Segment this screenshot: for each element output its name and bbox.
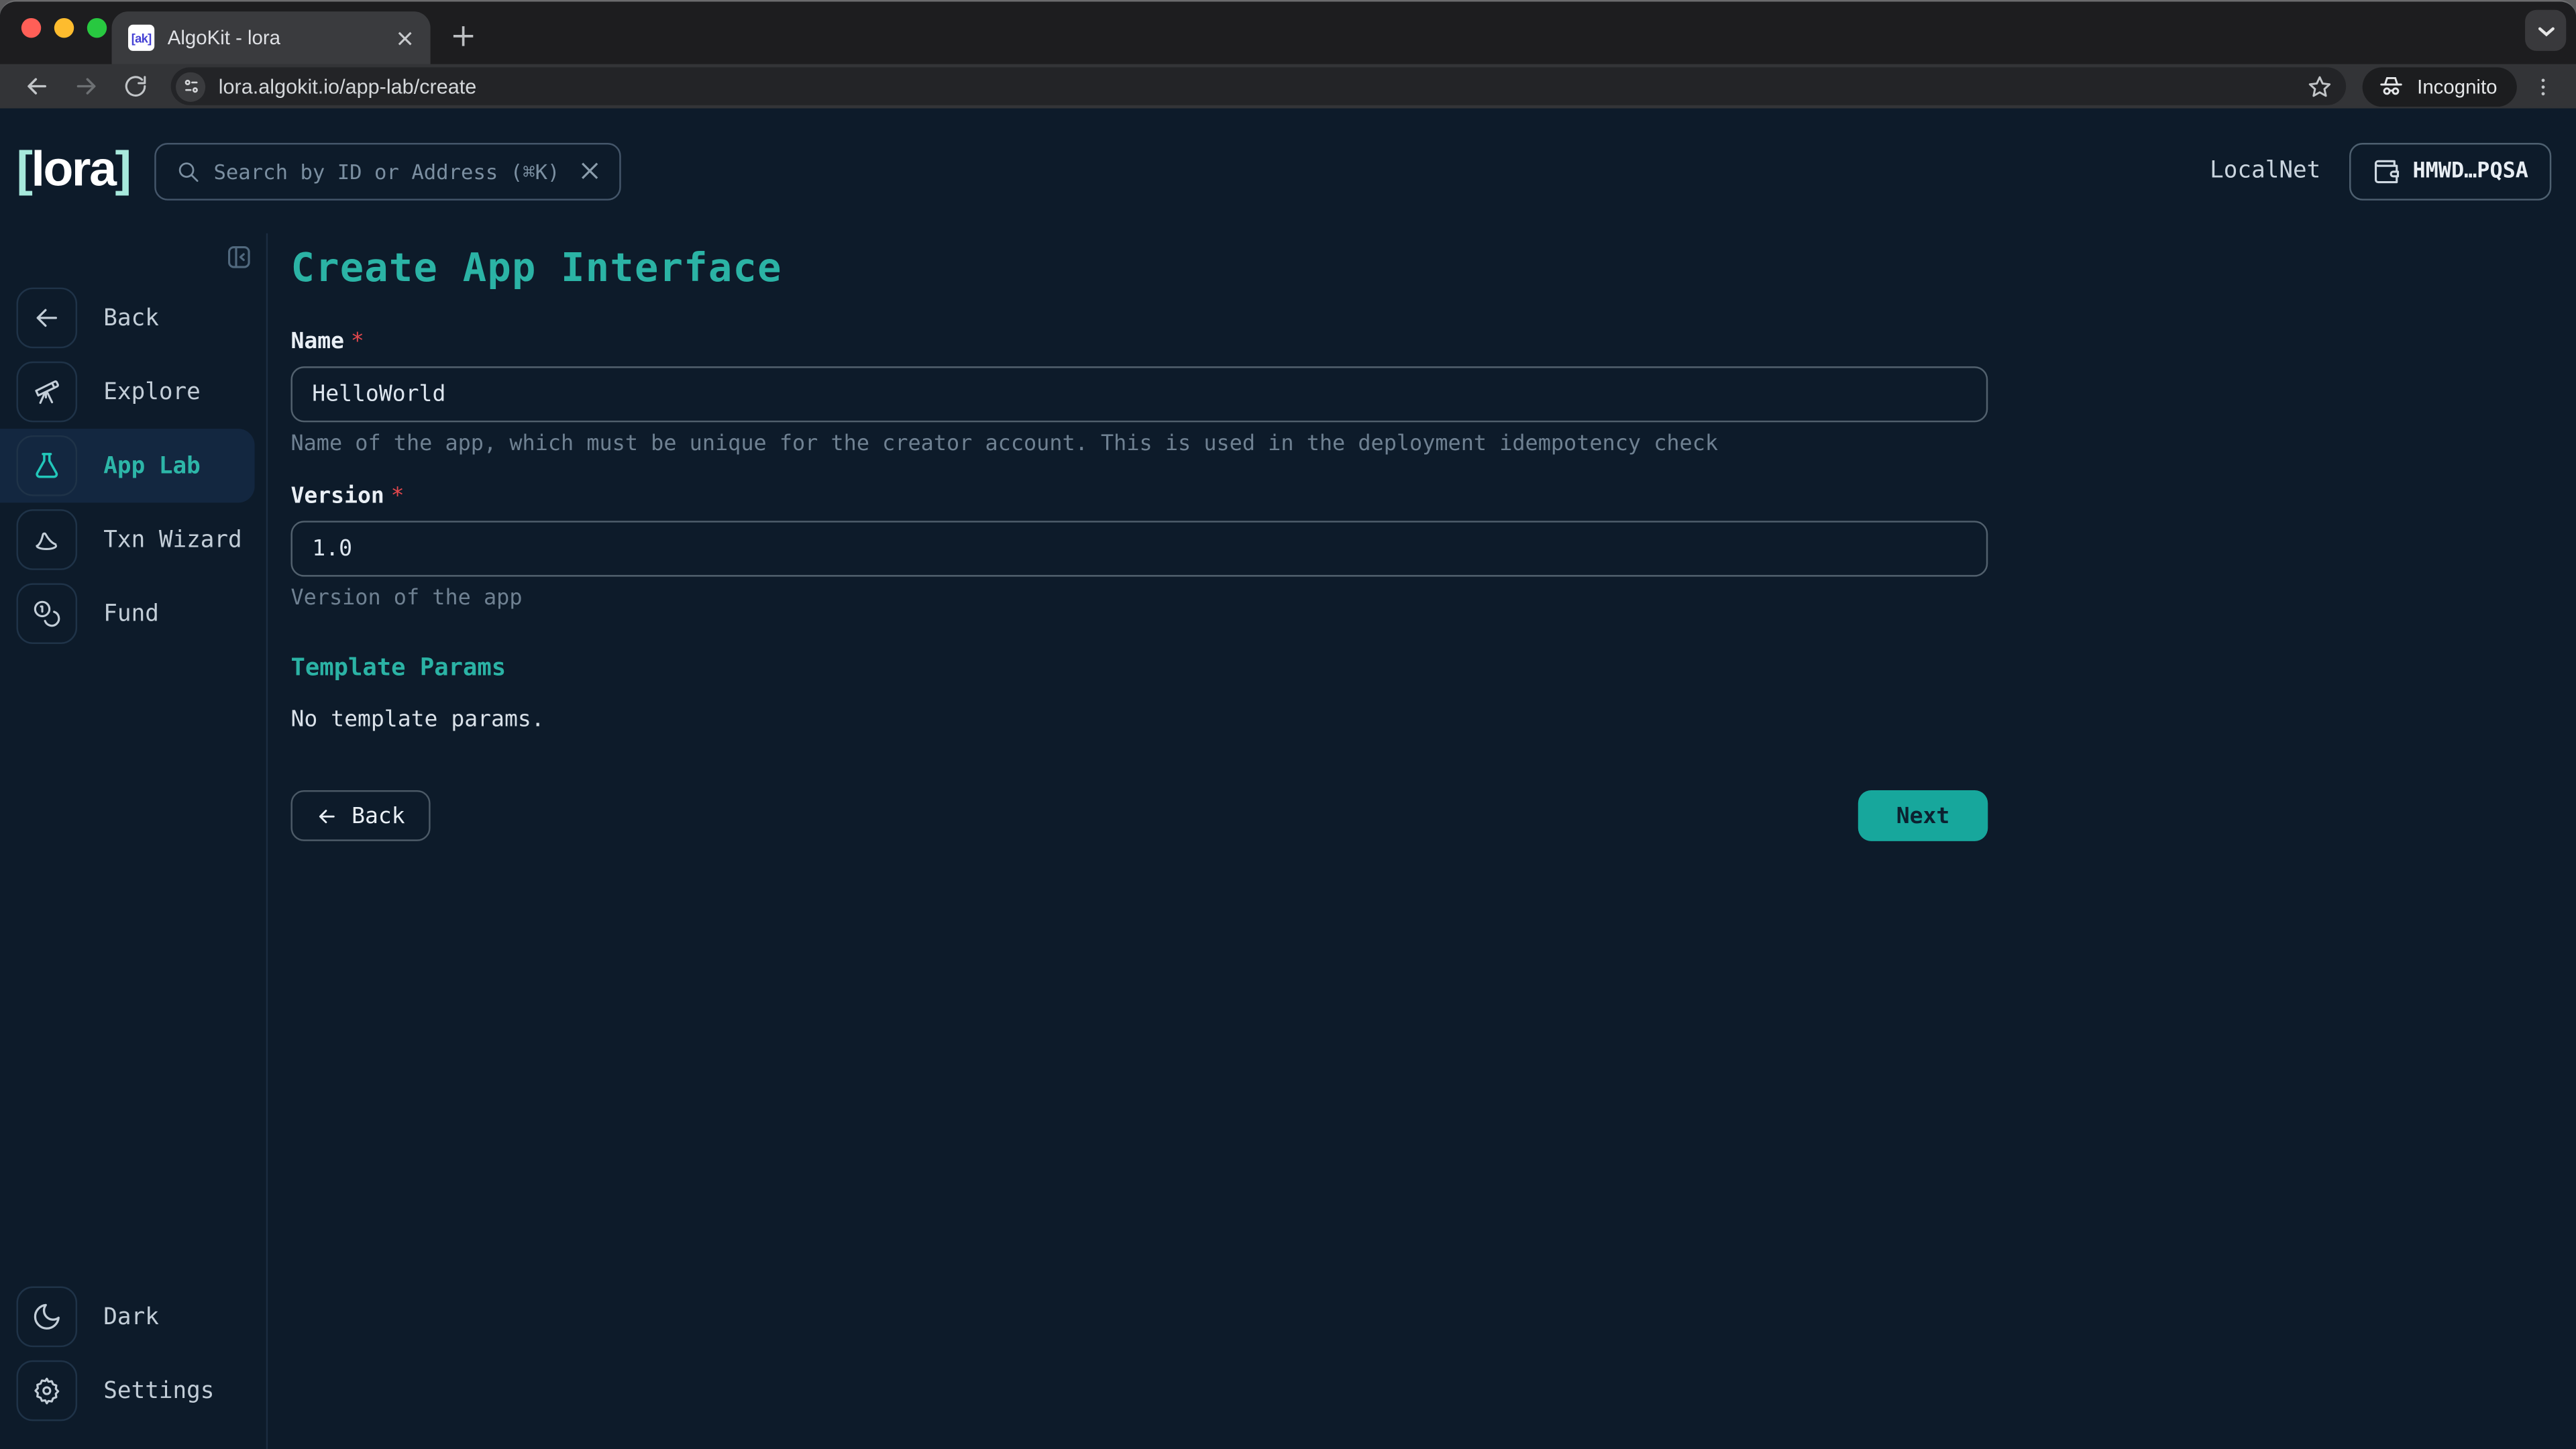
- sidebar-bottom: Dark Settings: [0, 1280, 266, 1449]
- name-field: Name* Name of the app, which must be uni…: [290, 329, 1988, 457]
- window-controls: [21, 18, 107, 38]
- back-button[interactable]: Back: [290, 790, 429, 841]
- sidebar-spacer: [0, 651, 266, 1280]
- url-text[interactable]: lora.algokit.io/app-lab/create: [219, 74, 2294, 97]
- search-input[interactable]: [213, 158, 567, 183]
- back-button-label: Back: [352, 802, 405, 828]
- version-field: Version* Version of the app: [290, 483, 1988, 611]
- new-tab-button[interactable]: [440, 13, 486, 60]
- forward-nav-icon[interactable]: [66, 66, 105, 106]
- sidebar-item-back[interactable]: Back: [0, 281, 266, 355]
- flask-icon: [16, 435, 77, 496]
- screen: [ak] AlgoKit - lora: [0, 0, 2576, 1449]
- gear-icon: [16, 1360, 77, 1421]
- incognito-icon: [2377, 72, 2406, 101]
- sidebar-item-label: Explore: [103, 378, 201, 405]
- moon-icon: [16, 1287, 77, 1348]
- sidebar-item-label: Txn Wizard: [103, 527, 241, 553]
- wizard-hat-icon: [16, 509, 77, 570]
- address-bar[interactable]: lora.algokit.io/app-lab/create: [171, 67, 2347, 105]
- tab-close-icon[interactable]: [391, 25, 417, 51]
- browser-toolbar: lora.algokit.io/app-lab/create Incognito: [0, 64, 2576, 109]
- site-settings-icon[interactable]: [176, 72, 205, 101]
- page-title: Create App Interface: [290, 245, 2576, 291]
- name-label: Name*: [290, 329, 1988, 355]
- lora-app: [lora] LocalNet HMWD…PQSA: [0, 109, 2576, 1449]
- sidebar-item-label: Fund: [103, 600, 159, 627]
- minimize-window-button[interactable]: [54, 18, 74, 38]
- template-params-empty: No template params.: [290, 706, 1988, 733]
- tab-favicon: [ak]: [128, 25, 154, 51]
- tab-search-button[interactable]: [2525, 10, 2566, 51]
- wallet-address: HMWD…PQSA: [2412, 158, 2528, 183]
- next-button-label: Next: [1896, 802, 1950, 828]
- next-button[interactable]: Next: [1858, 790, 1988, 841]
- version-label: Version*: [290, 483, 1988, 509]
- create-app-form: Name* Name of the app, which must be uni…: [290, 329, 1988, 841]
- sidebar-item-label: App Lab: [103, 453, 201, 479]
- wallet-icon: [2371, 157, 2400, 185]
- form-actions: Back Next: [290, 790, 1988, 841]
- sidebar-collapse-icon[interactable]: [223, 241, 253, 271]
- app-header: [lora] LocalNet HMWD…PQSA: [0, 109, 2576, 233]
- sidebar-item-fund[interactable]: Fund: [0, 577, 266, 651]
- logo-word: lora: [32, 143, 115, 197]
- required-asterisk: *: [351, 329, 364, 355]
- search-clear-icon[interactable]: [580, 161, 600, 180]
- arrow-left-icon: [315, 804, 338, 827]
- browser-window: [ak] AlgoKit - lora: [0, 0, 2576, 1449]
- search-icon: [176, 158, 201, 183]
- reload-icon[interactable]: [115, 66, 154, 106]
- sidebar-item-label: Dark: [103, 1303, 159, 1330]
- logo-bracket: ]: [115, 143, 130, 197]
- network-label[interactable]: LocalNet: [2210, 158, 2320, 184]
- wallet-button[interactable]: HMWD…PQSA: [2349, 142, 2551, 200]
- incognito-label: Incognito: [2417, 74, 2497, 97]
- fullscreen-window-button[interactable]: [87, 18, 107, 38]
- incognito-badge: Incognito: [2363, 66, 2516, 106]
- lora-logo[interactable]: [lora]: [16, 143, 129, 199]
- telescope-icon: [16, 362, 77, 423]
- template-params-heading: Template Params: [290, 655, 1988, 682]
- browser-tab[interactable]: [ak] AlgoKit - lora: [112, 11, 431, 64]
- tab-strip: [ak] AlgoKit - lora: [0, 1, 2576, 64]
- sidebar-item-explore[interactable]: Explore: [0, 355, 266, 429]
- sidebar-item-theme-dark[interactable]: Dark: [0, 1280, 266, 1354]
- sidebar: Back Explore App Lab: [0, 233, 268, 1449]
- close-window-button[interactable]: [21, 18, 41, 38]
- bookmark-star-icon[interactable]: [2307, 73, 2333, 99]
- app-body: Back Explore App Lab: [0, 233, 2576, 1449]
- browser-menu-icon[interactable]: [2527, 70, 2560, 103]
- version-help-text: Version of the app: [290, 586, 1988, 611]
- required-asterisk: *: [391, 483, 405, 509]
- name-input[interactable]: [290, 366, 1988, 422]
- sidebar-item-label: Settings: [103, 1377, 214, 1403]
- global-search[interactable]: [154, 142, 621, 200]
- sidebar-item-app-lab[interactable]: App Lab: [0, 429, 255, 502]
- name-help-text: Name of the app, which must be unique fo…: [290, 432, 1988, 457]
- back-nav-icon[interactable]: [16, 66, 56, 106]
- sidebar-item-txn-wizard[interactable]: Txn Wizard: [0, 502, 266, 576]
- arrow-left-icon: [16, 288, 77, 349]
- logo-bracket: [: [16, 143, 31, 197]
- sidebar-item-label: Back: [103, 305, 159, 331]
- version-input[interactable]: [290, 521, 1988, 576]
- coins-icon: [16, 583, 77, 644]
- main-content: Create App Interface Name* Name of the a…: [268, 233, 2576, 1449]
- tab-title: AlgoKit - lora: [168, 26, 378, 49]
- sidebar-item-settings[interactable]: Settings: [0, 1354, 266, 1428]
